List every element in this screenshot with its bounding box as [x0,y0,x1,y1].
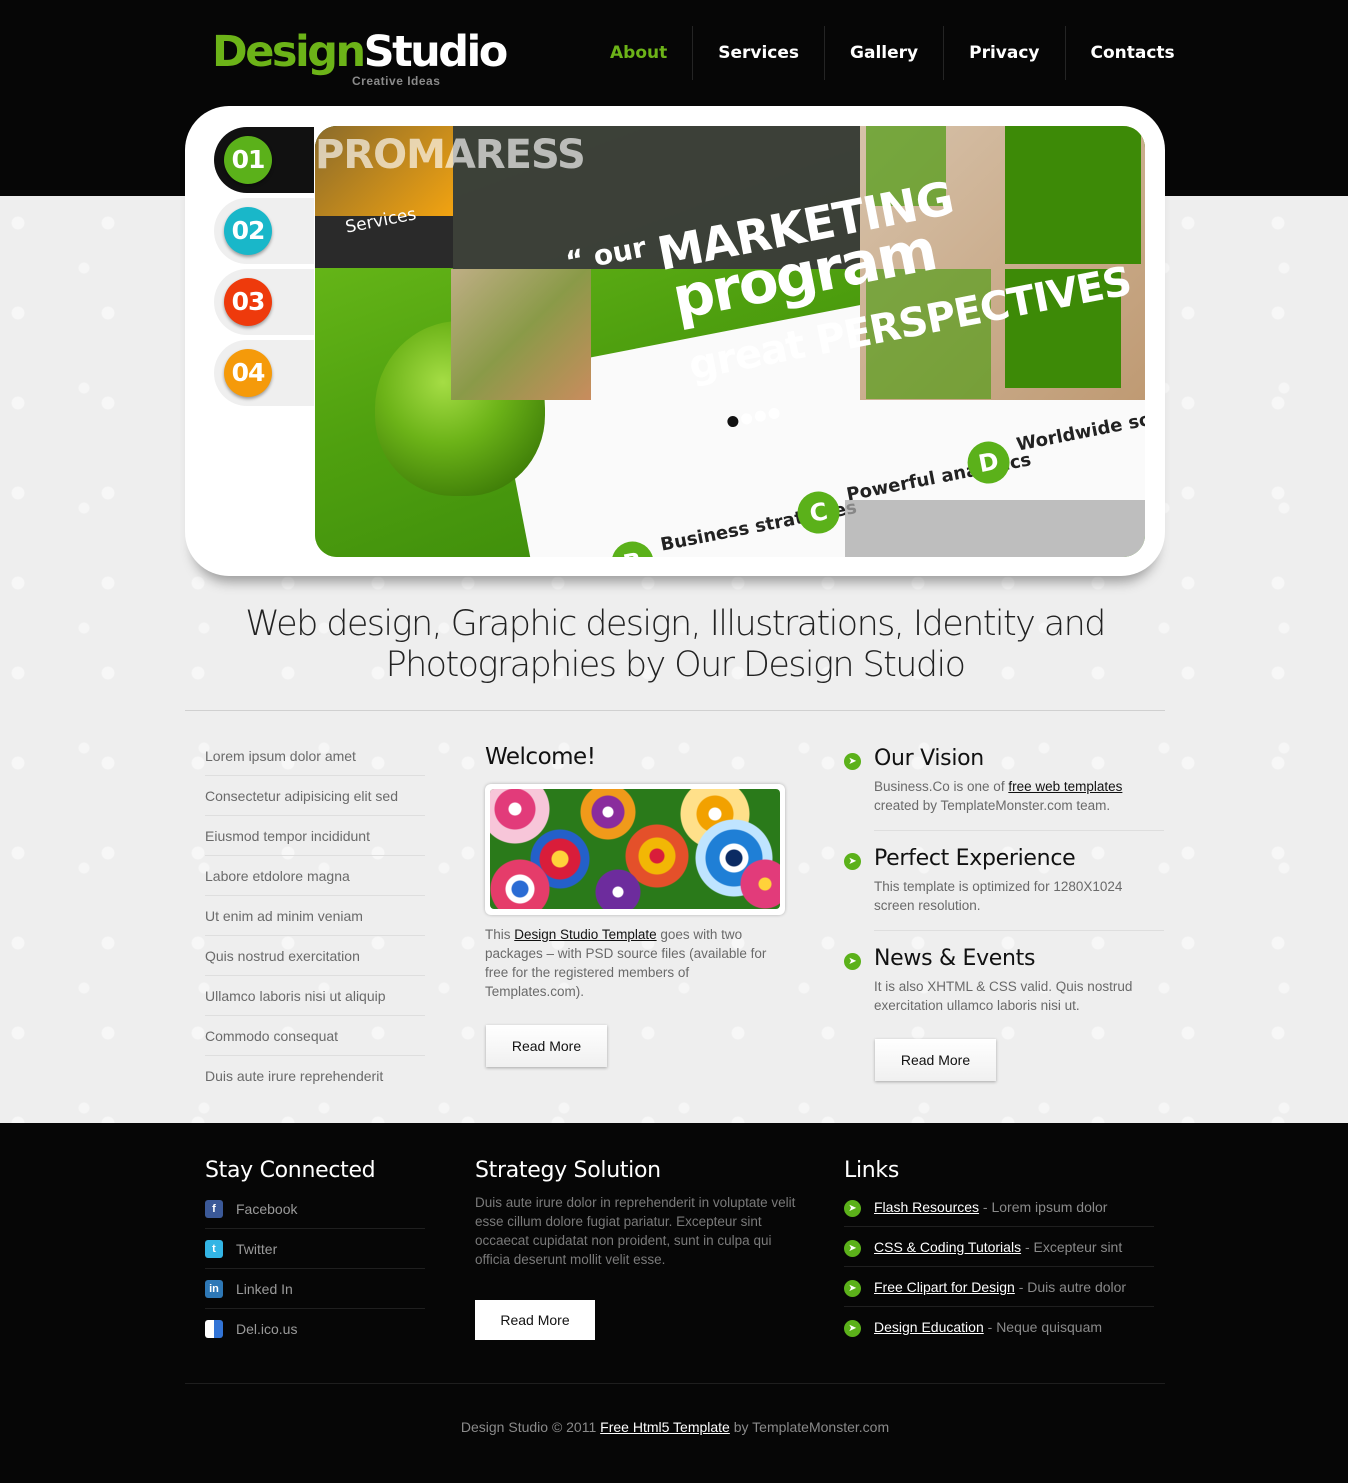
slider-tab-number: 01 [224,136,272,184]
free-html5-template-link[interactable]: Free Html5 Template [600,1419,730,1435]
slider-dot-2[interactable] [740,412,754,426]
list-item[interactable]: Consectetur adipisicing elit sed [205,776,425,816]
linkedin-icon: in [205,1280,223,1298]
slider-dot-3[interactable] [753,409,767,423]
our-vision-text: Business.Co is one of free web templates… [874,779,1123,813]
content-divider [185,710,1165,711]
slider-tab-03[interactable]: 03 [214,269,314,335]
twitter-icon: t [205,1240,223,1258]
news-events-title: News & Events [874,946,1036,971]
copyright: Design Studio © 2011 Free Html5 Template… [460,1419,890,1435]
news-read-more-button[interactable]: Read More [875,1039,996,1081]
free-web-templates-link[interactable]: free web templates [1008,779,1122,794]
list-item[interactable]: Quis nostrud exercitation [205,936,425,976]
slider-tab-04[interactable]: 04 [214,340,314,406]
our-vision-title: Our Vision [874,746,984,771]
slider-dot-1[interactable] [726,415,740,428]
strategy-read-more-button[interactable]: Read More [475,1300,595,1340]
logo-word-studio: Studio [363,27,509,77]
footer-divider [185,1383,1165,1384]
chevron-right-icon: ➤ [844,1280,861,1297]
slider-tab-number: 04 [224,349,272,397]
main-nav: About Services Gallery Privacy Contacts [585,26,1200,80]
css-coding-tutorials-link[interactable]: CSS & Coding Tutorials [874,1239,1021,1255]
chevron-right-icon: ➤ [844,1200,861,1217]
nav-privacy[interactable]: Privacy [943,26,1064,80]
strategy-text: Duis aute irure dolor in reprehenderit i… [475,1195,796,1267]
design-studio-template-link[interactable]: Design Studio Template [514,927,656,942]
slider-banner-image[interactable]: PROMARESS Services “ our MARKETING progr… [315,126,1145,557]
list-item[interactable]: Ut enim ad minim veniam [205,896,425,936]
chevron-right-icon: ➤ [844,853,861,870]
perfect-experience-text: This template is optimized for 1280X1024… [874,879,1123,913]
site-logo[interactable]: DesignStudio Creative Ideas [212,26,509,88]
list-item[interactable]: Commodo consequat [205,1016,425,1056]
list-item: ➤ CSS & Coding Tutorials - Excepteur sint [844,1227,1154,1267]
footer-links-list: ➤ Flash Resources - Lorem ipsum dolor ➤ CS… [844,1187,1154,1346]
nav-gallery[interactable]: Gallery [824,26,943,80]
flash-resources-link[interactable]: Flash Resources [874,1199,979,1215]
list-item: ➤ Flash Resources - Lorem ipsum dolor [844,1187,1154,1227]
slider-tab-number: 03 [224,278,272,326]
news-events-text: It is also XHTML & CSS valid. Quis nostr… [874,979,1133,1013]
slider-tab-02[interactable]: 02 [214,198,314,264]
list-item: ➤ Free Clipart for Design - Duis autre do… [844,1267,1154,1307]
list-item[interactable]: Duis aute irure reprehenderit [205,1056,425,1095]
slider-tab-number: 02 [224,207,272,255]
logo-tagline: Creative Ideas [352,74,441,88]
delicious-icon [205,1320,223,1338]
chevron-right-icon: ➤ [844,1240,861,1257]
chevron-right-icon: ➤ [844,953,861,970]
chevron-right-icon: ➤ [844,1320,861,1337]
flowers-illustration [485,784,785,915]
list-item[interactable]: Ullamco laboris nisi ut aliquip [205,976,425,1016]
design-education-link[interactable]: Design Education [874,1319,984,1335]
list-item[interactable]: Lorem ipsum dolor amet [205,736,425,776]
slider-tab-01[interactable]: 01 [214,127,314,193]
list-item: ➤ Design Education - Neque quisquam [844,1307,1154,1346]
links-title: Links [844,1158,900,1183]
facebook-icon: f [205,1200,223,1218]
nav-services[interactable]: Services [692,26,824,80]
left-link-list: Lorem ipsum dolor amet Consectetur adipi… [205,736,425,1095]
free-clipart-link[interactable]: Free Clipart for Design [874,1279,1015,1295]
list-item[interactable]: Labore etdolore magna [205,856,425,896]
social-links: f Facebook t Twitter in Linked In Del.ico.u… [205,1189,425,1348]
linkedin-link[interactable]: in Linked In [205,1269,425,1309]
perfect-experience-title: Perfect Experience [874,846,1076,871]
page-headline: Web design, Graphic design, Illustration… [245,604,1106,685]
twitter-link[interactable]: t Twitter [205,1229,425,1269]
strategy-title: Strategy Solution [475,1158,661,1183]
banner-promo-text: PROMARESS [315,132,586,178]
list-item[interactable]: Eiusmod tempor incididunt [205,816,425,856]
logo-word-design: Design [212,27,366,77]
nav-contacts[interactable]: Contacts [1064,26,1200,80]
facebook-link[interactable]: f Facebook [205,1189,425,1229]
welcome-read-more-button[interactable]: Read More [486,1025,607,1067]
delicious-link[interactable]: Del.ico.us [205,1309,425,1348]
nav-about[interactable]: About [585,26,692,80]
slider-dot-4[interactable] [767,407,781,420]
welcome-title: Welcome! [485,744,596,770]
welcome-text: This Design Studio Template goes with tw… [485,927,767,999]
chevron-right-icon: ➤ [844,753,861,770]
stay-connected-title: Stay Connected [205,1158,376,1183]
